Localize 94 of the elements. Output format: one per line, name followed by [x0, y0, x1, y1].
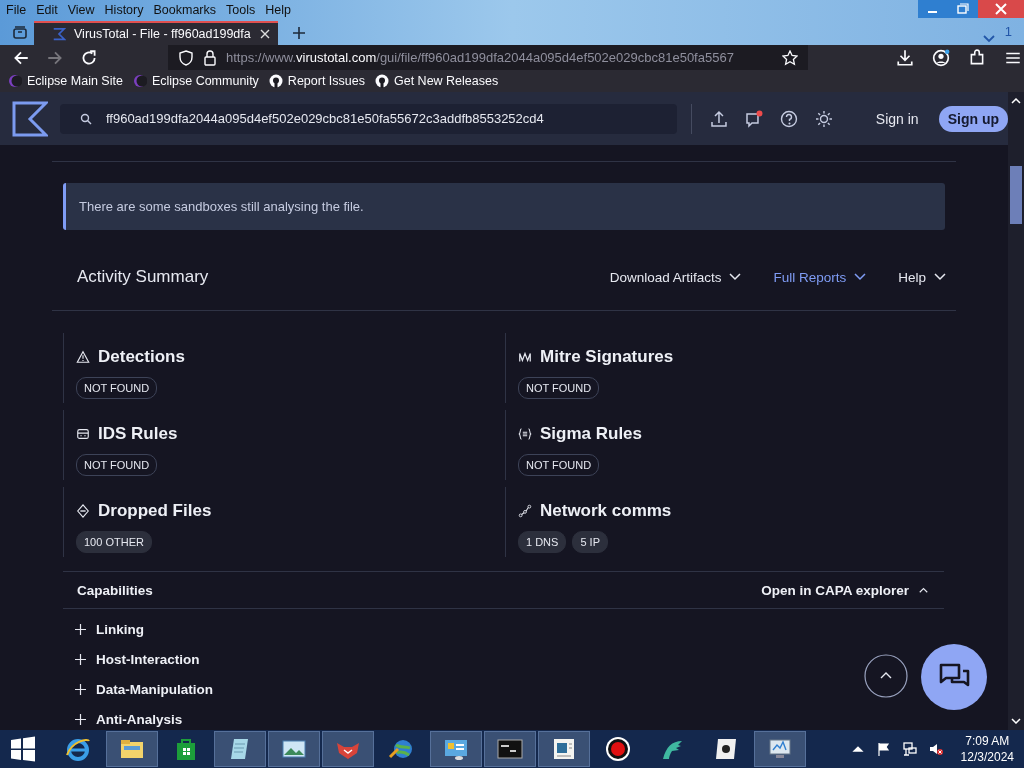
menu-item[interactable]: File	[6, 1, 27, 19]
card-title: Dropped Files	[98, 501, 212, 521]
url-text: https://www.virustotal.com/gui/file/ff960ad199dfa2044a095d4ef502e029cbc81e50fa5567	[226, 50, 735, 65]
chevron-down-icon	[854, 273, 867, 281]
bookmark-link[interactable]: Eclipse Community	[132, 74, 259, 88]
star-icon[interactable]	[782, 49, 798, 66]
dropdown-menu[interactable]: Help	[898, 269, 946, 285]
download-icon[interactable]	[896, 48, 914, 67]
card-title: Network comms	[540, 501, 672, 521]
search-icon	[79, 112, 92, 125]
clock-time[interactable]: 7:09 AM	[965, 733, 1010, 749]
shield-icon[interactable]	[178, 49, 194, 66]
new-tab-icon[interactable]	[292, 26, 306, 40]
scrollbar[interactable]	[1008, 92, 1024, 730]
card-title: IDS Rules	[98, 424, 178, 444]
clock-date[interactable]: 12/3/2024	[960, 749, 1014, 765]
bookmark-link[interactable]: Eclipse Main Site	[8, 74, 123, 88]
help-icon[interactable]	[779, 109, 798, 128]
cat-icon	[375, 74, 389, 88]
tab-list-icon[interactable]	[12, 24, 28, 40]
menu-item[interactable]: Tools	[226, 1, 256, 19]
card-title: Detections	[98, 347, 185, 367]
url-field[interactable]: https://www.virustotal.com/gui/file/ff960ad199dfa2044a095d4ef502e029cbc81e50fa5567	[168, 45, 808, 70]
menu-item[interactable]: Edit	[36, 1, 58, 19]
plus-icon[interactable]	[75, 653, 86, 665]
bookmark-link[interactable]: Report Issues	[268, 74, 365, 88]
logo-icon[interactable]	[12, 100, 48, 137]
lock-icon[interactable]	[202, 49, 218, 66]
taskbar-app[interactable]	[754, 731, 806, 767]
search-field[interactable]: ff960ad199dfa2044a095d4ef502e029cbc81e50fa55672c3addfb8553252cd4	[59, 103, 677, 134]
network-icon[interactable]	[902, 742, 917, 756]
chat-icon[interactable]	[744, 109, 763, 128]
bookmark-link[interactable]: Get New Releases	[375, 74, 499, 88]
status-tag: 1 DNS	[518, 531, 567, 553]
notice-banner: There are some sandboxes still analysing the file.	[63, 183, 945, 230]
chevron-up-icon[interactable]	[919, 587, 928, 593]
capability-item[interactable]: Host-Interaction	[96, 651, 200, 667]
warning-icon	[76, 350, 90, 364]
dropdown-menu[interactable]: Full Reports	[773, 269, 867, 285]
status-tag: NOT FOUND	[76, 454, 158, 476]
record-icon	[604, 735, 632, 763]
capa-explorer-link[interactable]: Open in CAPA explorer	[761, 582, 909, 598]
chevron-down-icon[interactable]	[982, 33, 995, 45]
capability-item[interactable]: Data-Manipulation	[96, 681, 213, 697]
status-tag: NOT FOUND	[518, 377, 600, 399]
tab-count: 1	[1004, 24, 1012, 39]
reload-icon[interactable]	[80, 48, 98, 67]
account-icon[interactable]	[932, 48, 950, 67]
diamond-icon	[76, 504, 90, 518]
menu-item[interactable]: View	[67, 1, 95, 19]
status-tag: 100 OTHER	[76, 531, 152, 553]
menu-item[interactable]: History	[104, 1, 144, 19]
flag-icon[interactable]	[876, 742, 891, 756]
scroll-up-button[interactable]	[864, 654, 908, 698]
sign-up-button[interactable]: Sign up	[938, 105, 1008, 132]
plus-icon[interactable]	[75, 623, 86, 635]
capability-item[interactable]: Linking	[96, 621, 144, 637]
minimize-icon[interactable]	[918, 0, 948, 18]
menu-item[interactable]: Help	[265, 1, 291, 19]
status-tag: 5 IP	[572, 531, 608, 553]
eclipse-icon	[8, 74, 22, 88]
status-tag: NOT FOUND	[518, 454, 600, 476]
section-title: Capabilities	[77, 582, 153, 598]
sun-icon[interactable]	[814, 109, 833, 128]
cat-icon	[268, 74, 283, 88]
plus-icon[interactable]	[75, 713, 86, 725]
sigma-icon	[52, 27, 66, 41]
menu-item[interactable]: Bookmarks	[153, 1, 216, 19]
upload-icon[interactable]	[709, 109, 728, 128]
muted-speaker-icon[interactable]	[928, 742, 943, 756]
m-letter-icon	[518, 350, 532, 364]
start-icon[interactable]	[10, 736, 36, 762]
chevron-down-icon	[729, 273, 742, 281]
plus-icon[interactable]	[75, 683, 86, 695]
braces-icon	[518, 427, 532, 441]
taskbar-app[interactable]	[538, 731, 590, 767]
scrollbar-thumb[interactable]	[1010, 166, 1022, 224]
browser-tab[interactable]: VirusTotal - File - ff960ad199dfa	[34, 21, 278, 45]
eclipse-icon	[132, 74, 147, 88]
close-icon[interactable]	[260, 29, 270, 39]
capability-item[interactable]: Anti-Analysis	[96, 711, 183, 727]
section-title: Activity Summary	[77, 267, 209, 287]
chevron-down-icon	[934, 273, 946, 281]
taskbar-app[interactable]	[268, 731, 320, 767]
taskbar-app[interactable]	[430, 731, 482, 767]
card-title: Sigma Rules	[540, 424, 643, 444]
network-icon	[518, 504, 532, 518]
sign-in-link[interactable]: Sign in	[875, 110, 919, 127]
card-title: Mitre Signatures	[540, 347, 674, 367]
restore-icon[interactable]	[948, 0, 978, 18]
chat-button[interactable]	[921, 644, 987, 710]
extensions-icon[interactable]	[968, 48, 986, 67]
dropdown-menu[interactable]: Download Artifacts	[609, 269, 742, 285]
status-tag: NOT FOUND	[76, 377, 158, 399]
